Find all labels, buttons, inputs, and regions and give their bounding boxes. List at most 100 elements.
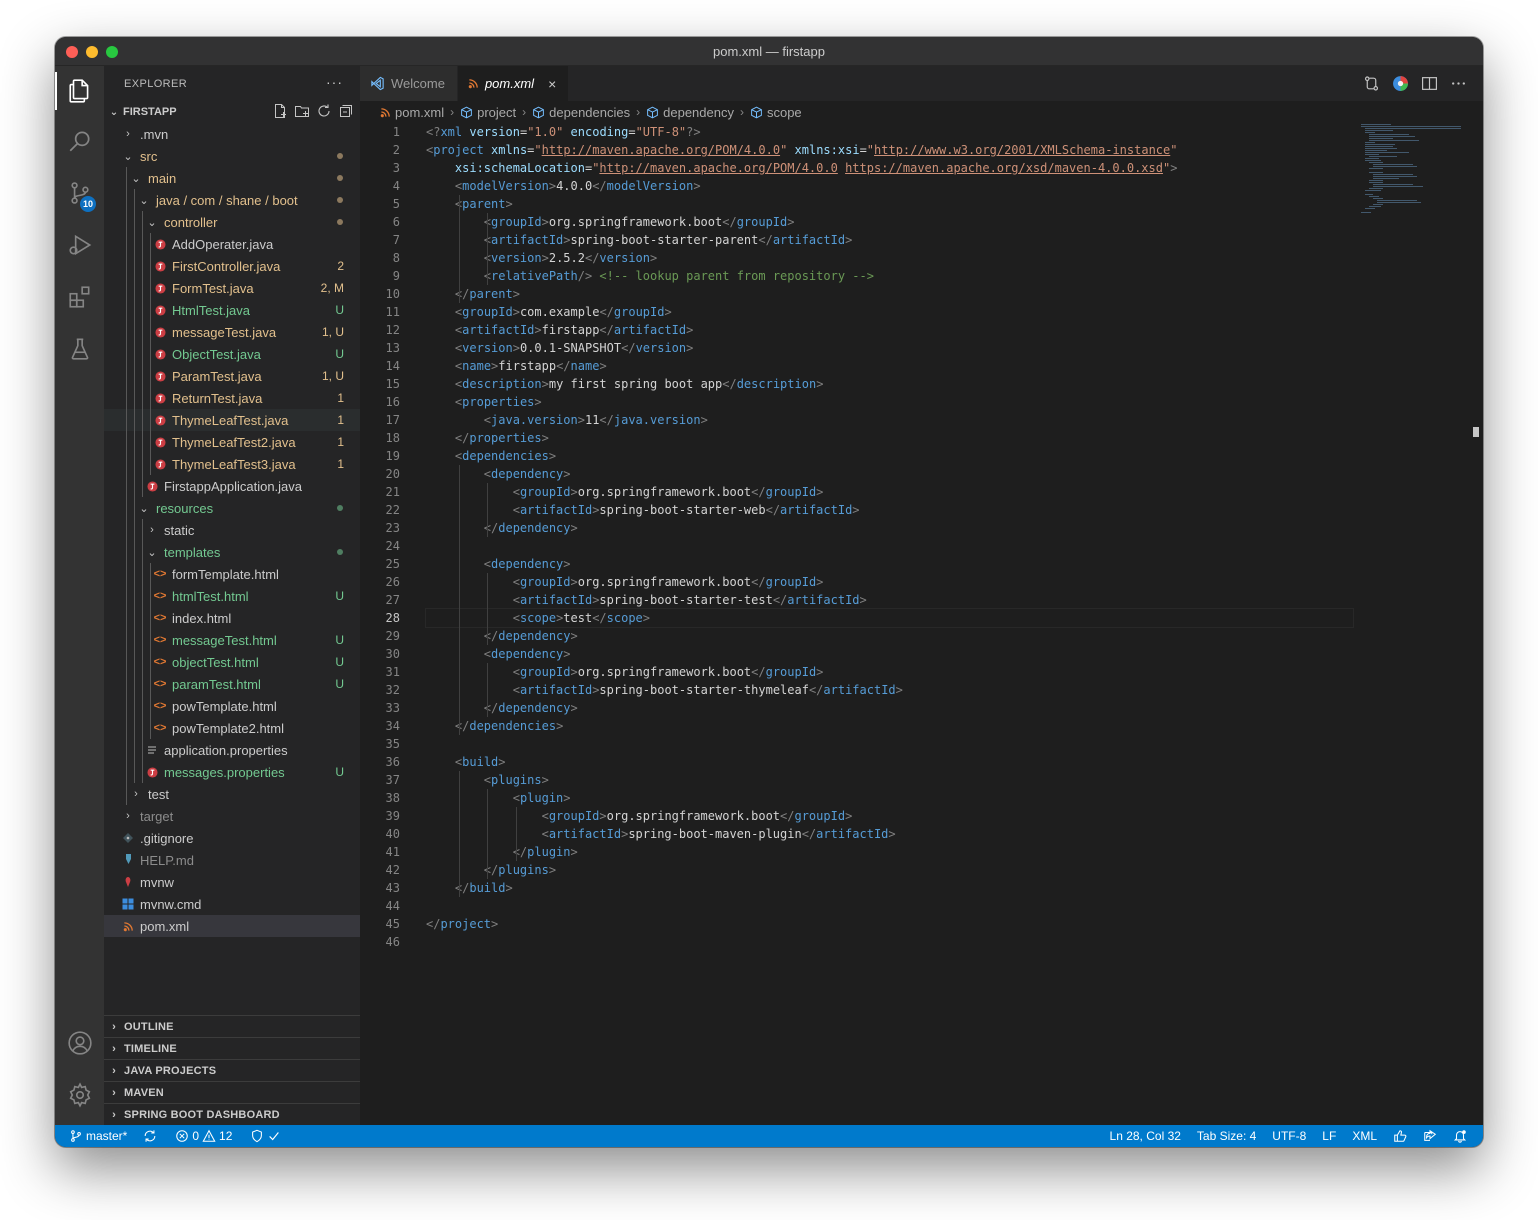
tab-welcome[interactable]: Welcome [360,66,458,101]
code-line[interactable]: <dependencies> [426,447,1353,465]
manage-gear-icon[interactable] [55,1072,104,1118]
code-line[interactable]: </dependency> [426,699,1353,717]
live-share-icon[interactable] [1415,1125,1445,1147]
code-line[interactable]: <dependency> [426,465,1353,483]
code-line[interactable]: </dependency> [426,627,1353,645]
tree-file[interactable]: application.properties [104,739,360,761]
code-line[interactable] [426,537,1353,555]
tree-folder[interactable]: ⌄ resources [104,497,360,519]
new-folder-icon[interactable] [294,103,310,119]
tree-file[interactable]: messageTest.java 1, U [104,321,360,343]
code-line[interactable]: </plugins> [426,861,1353,879]
feedback-icon[interactable] [1385,1125,1415,1147]
code-line[interactable]: <groupId>org.springframework.boot</group… [426,483,1353,501]
tree-file[interactable]: FormTest.java 2, M [104,277,360,299]
tree-folder[interactable]: ⌄ main [104,167,360,189]
code-line[interactable]: </build> [426,879,1353,897]
panel-header[interactable]: › SPRING BOOT DASHBOARD [104,1103,360,1125]
tree-file[interactable]: <> index.html [104,607,360,629]
tree-folder[interactable]: ⌄ templates [104,541,360,563]
breadcrumb-item[interactable]: dependency [646,105,734,120]
search-icon[interactable] [55,118,104,164]
refresh-icon[interactable] [316,103,332,119]
code-line[interactable]: <project xmlns="http://maven.apache.org/… [426,141,1353,159]
panel-header[interactable]: › MAVEN [104,1081,360,1103]
tree-file[interactable]: ThymeLeafTest2.java 1 [104,431,360,453]
code-line[interactable]: </parent> [426,285,1353,303]
code-line[interactable]: </dependencies> [426,717,1353,735]
color-preview-icon[interactable] [1392,75,1409,92]
minimize-window-button[interactable] [86,46,98,58]
breadcrumb-item[interactable]: pom.xml [380,105,444,120]
tree-file[interactable]: FirstController.java 2 [104,255,360,277]
tree-file[interactable]: ParamTest.java 1, U [104,365,360,387]
code-line[interactable]: <plugins> [426,771,1353,789]
code-line[interactable]: <artifactId>spring-boot-starter-web</art… [426,501,1353,519]
tree-file[interactable]: HELP.md [104,849,360,871]
code-line[interactable]: <build> [426,753,1353,771]
tree-file[interactable]: ThymeLeafTest3.java 1 [104,453,360,475]
code-line[interactable]: <artifactId>spring-boot-maven-plugin</ar… [426,825,1353,843]
new-file-icon[interactable] [272,103,288,119]
tree-file[interactable]: <> objectTest.html U [104,651,360,673]
tree-folder[interactable]: ⌄ controller [104,211,360,233]
end-of-line[interactable]: LF [1314,1125,1344,1147]
language-mode[interactable]: XML [1344,1125,1385,1147]
tree-folder[interactable]: › target [104,805,360,827]
code-line[interactable]: <artifactId>spring-boot-starter-parent</… [426,231,1353,249]
minimap[interactable] [1359,123,1469,223]
tree-file[interactable]: ObjectTest.java U [104,343,360,365]
testing-icon[interactable] [55,326,104,372]
code-line[interactable]: <java.version>11</java.version> [426,411,1353,429]
tree-file[interactable]: <> paramTest.html U [104,673,360,695]
tree-folder[interactable]: › static [104,519,360,541]
run-debug-icon[interactable] [55,222,104,268]
tree-file[interactable]: ReturnTest.java 1 [104,387,360,409]
panel-header[interactable]: › OUTLINE [104,1015,360,1037]
tree-file[interactable]: messages.properties U [104,761,360,783]
tree-file[interactable]: ThymeLeafTest.java 1 [104,409,360,431]
code-lines[interactable]: <?xml version="1.0" encoding="UTF-8"?> <p… [425,123,1354,951]
code-line[interactable]: <version>0.0.1-SNAPSHOT</version> [426,339,1353,357]
code-line[interactable]: <groupId>org.springframework.boot</group… [426,663,1353,681]
sync-status[interactable] [133,1125,163,1147]
split-editor-icon[interactable] [1421,75,1438,92]
security-status[interactable] [238,1125,287,1147]
tree-file[interactable]: FirstappApplication.java [104,475,360,497]
breadcrumb-item[interactable]: project [460,105,516,120]
tree-file[interactable]: <> messageTest.html U [104,629,360,651]
collapse-all-icon[interactable] [338,103,354,119]
code-line[interactable]: </properties> [426,429,1353,447]
code-line[interactable]: <artifactId>firstapp</artifactId> [426,321,1353,339]
code-line[interactable]: <modelVersion>4.0.0</modelVersion> [426,177,1353,195]
code-editor[interactable]: 1 2 3 4 5 6 7 8 9 10 11 12 13 14 15 16 17 18 19 20 21 22 23 24 2… [360,123,1483,1125]
code-line[interactable]: </plugin> [426,843,1353,861]
tab-pom-xml[interactable]: pom.xml × [457,66,570,101]
tree-file[interactable]: pom.xml [104,915,360,937]
panel-header[interactable]: › TIMELINE [104,1037,360,1059]
more-actions-icon[interactable]: ··· [326,74,343,90]
code-line[interactable] [426,735,1353,753]
code-line[interactable]: <groupId>com.example</groupId> [426,303,1353,321]
tree-folder[interactable]: ⌄ java / com / shane / boot [104,189,360,211]
tree-folder[interactable]: › test [104,783,360,805]
explorer-icon[interactable] [55,68,104,114]
code-line[interactable]: <plugin> [426,789,1353,807]
tree-file[interactable]: AddOperater.java [104,233,360,255]
notifications-bell-icon[interactable] [1445,1125,1475,1147]
panel-header[interactable]: › JAVA PROJECTS [104,1059,360,1081]
tree-file[interactable]: <> htmlTest.html U [104,585,360,607]
accounts-icon[interactable] [55,1020,104,1066]
code-line[interactable]: xsi:schemaLocation="http://maven.apache.… [426,159,1353,177]
code-line[interactable]: <properties> [426,393,1353,411]
code-line[interactable]: <groupId>org.springframework.boot</group… [426,213,1353,231]
code-line[interactable]: <?xml version="1.0" encoding="UTF-8"?> [426,123,1353,141]
source-control-icon[interactable]: 10 [55,170,104,216]
breadcrumb-item[interactable]: scope [750,105,802,120]
branch-status[interactable]: master* [55,1125,133,1147]
tree-file[interactable]: .gitignore [104,827,360,849]
code-line[interactable]: <relativePath/> <!-- lookup parent from … [426,267,1353,285]
breadcrumb-item[interactable]: dependencies [532,105,630,120]
code-line[interactable] [426,897,1353,915]
code-line[interactable]: <artifactId>spring-boot-starter-thymelea… [426,681,1353,699]
